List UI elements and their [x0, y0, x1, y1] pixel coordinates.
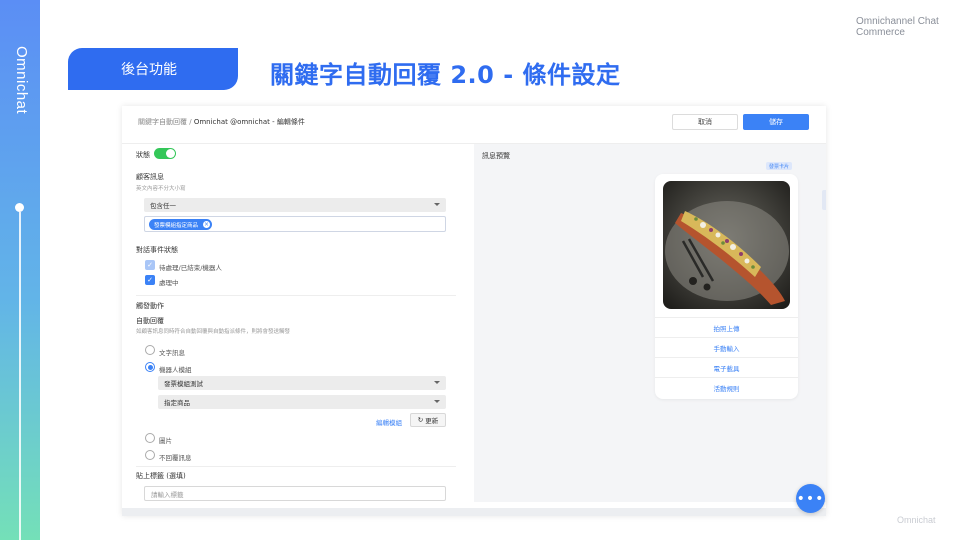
status-option-pending: 待處理/已結束/機器人: [159, 264, 222, 272]
cancel-button[interactable]: 取消: [672, 114, 738, 130]
save-button[interactable]: 儲存: [743, 114, 809, 130]
slide-title: 關鍵字自動回覆 2.0 - 條件設定: [270, 61, 621, 89]
section-tag: 後台功能: [68, 48, 238, 90]
breadcrumb-parent[interactable]: 關鍵字自動回覆 /: [138, 118, 192, 126]
app-header: 關鍵字自動回覆 / Omnichat @omnichat - 編輯條件 取消 儲…: [122, 106, 826, 144]
corner-text-line-1: Omnichannel Chat: [856, 16, 939, 27]
chevron-down-icon: [434, 381, 440, 384]
bot-module-select[interactable]: 發票模組測試: [158, 376, 446, 390]
keyword-input[interactable]: 發票模組指定商品 ×: [144, 216, 446, 232]
refresh-label: 更新: [425, 417, 439, 425]
app-window: 關鍵字自動回覆 / Omnichat @omnichat - 編輯條件 取消 儲…: [122, 106, 826, 516]
food-photo: [663, 181, 790, 309]
tag-input[interactable]: 請輸入標籤: [144, 486, 446, 501]
chevron-down-icon: [434, 400, 440, 403]
refresh-icon: ↻: [417, 416, 424, 424]
customer-message-label: 顧客訊息: [136, 173, 164, 181]
timeline-line: [19, 212, 21, 540]
divider: [136, 466, 456, 467]
card-button-manual-input[interactable]: 手動輸入: [655, 337, 798, 357]
status-option-processing: 處理中: [159, 279, 179, 287]
auto-reply-label: 自動回覆: [136, 317, 164, 325]
radio-bot-module[interactable]: [145, 362, 155, 372]
footer-logo: Omnichat: [897, 515, 936, 525]
reply-option-bot: 機器人模組: [159, 366, 192, 374]
card-button-e-carrier[interactable]: 電子載具: [655, 357, 798, 377]
timeline-dot: [15, 203, 24, 212]
customer-message-hint: 英文內容不分大小寫: [136, 186, 186, 192]
chevron-down-icon: [434, 203, 440, 206]
keyword-chip-label: 發票模組指定商品: [154, 222, 199, 229]
slide: Omnichat Omnichannel Chat Commerce 後台功能 …: [0, 0, 960, 540]
divider: [136, 295, 456, 296]
trigger-action-label: 觸發動作: [136, 302, 164, 310]
refresh-button[interactable]: ↻ 更新: [410, 413, 446, 427]
more-dots-icon: •••: [796, 490, 825, 507]
radio-image[interactable]: [145, 433, 155, 443]
keyword-chip: 發票模組指定商品 ×: [149, 219, 213, 230]
preview-title: 訊息預覽: [482, 152, 510, 160]
brand-text: Omnichat: [13, 46, 30, 115]
side-tab[interactable]: [822, 190, 826, 210]
bot-module-value: 發票模組測試: [164, 380, 203, 388]
corner-text-line-2: Commerce: [856, 27, 905, 38]
close-icon[interactable]: ×: [203, 221, 211, 228]
product-select[interactable]: 指定商品: [158, 395, 446, 409]
message-preview-pane: 訊息預覽 發票卡片 拍照上傳 手動輸入 電子載具 活動規則: [474, 144, 826, 502]
radio-no-reply[interactable]: [145, 450, 155, 460]
left-brand-bar: Omnichat: [0, 0, 40, 540]
chat-fab-button[interactable]: •••: [796, 484, 825, 513]
reply-option-text: 文字訊息: [159, 349, 185, 357]
corner-brand-text: Omnichannel Chat Commerce: [856, 16, 939, 38]
card-button-photo-upload[interactable]: 拍照上傳: [655, 317, 798, 337]
product-value: 指定商品: [164, 399, 190, 407]
brand-logo-vertical: Omnichat: [10, 46, 30, 126]
status-toggle[interactable]: [154, 148, 176, 159]
settings-form: 狀態 顧客訊息 英文內容不分大小寫 包含任一 發票模組指定商品 × 對話事件狀態…: [122, 144, 467, 516]
tag-label: 貼上標籤 (選填): [136, 472, 186, 480]
reply-option-none: 不回覆訊息: [159, 454, 192, 462]
breadcrumb-current: Omnichat @omnichat - 編輯條件: [193, 118, 305, 126]
preview-badge: 發票卡片: [766, 162, 793, 170]
preview-card: 拍照上傳 手動輸入 電子載具 活動規則: [655, 174, 798, 399]
edit-module-link[interactable]: 編輯模組: [376, 417, 402, 427]
tag-placeholder: 請輸入標籤: [151, 490, 184, 499]
status-checkbox-pending[interactable]: ✓: [145, 260, 155, 270]
breadcrumb: 關鍵字自動回覆 / Omnichat @omnichat - 編輯條件: [138, 117, 305, 127]
status-label: 狀態: [136, 151, 150, 159]
status-checkbox-processing[interactable]: ✓: [145, 275, 155, 285]
conversation-status-label: 對話事件狀態: [136, 246, 178, 254]
card-button-event-rules[interactable]: 活動規則: [655, 377, 798, 397]
match-type-select[interactable]: 包含任一: [144, 198, 446, 212]
match-type-value: 包含任一: [150, 202, 176, 210]
auto-reply-hint: 如顧客訊息同時符合自動回覆與自動指派條件，則將會發送觸發: [136, 329, 291, 335]
reply-option-image: 圖片: [159, 437, 172, 445]
radio-text-message[interactable]: [145, 345, 155, 355]
bottom-strip: [122, 508, 826, 516]
